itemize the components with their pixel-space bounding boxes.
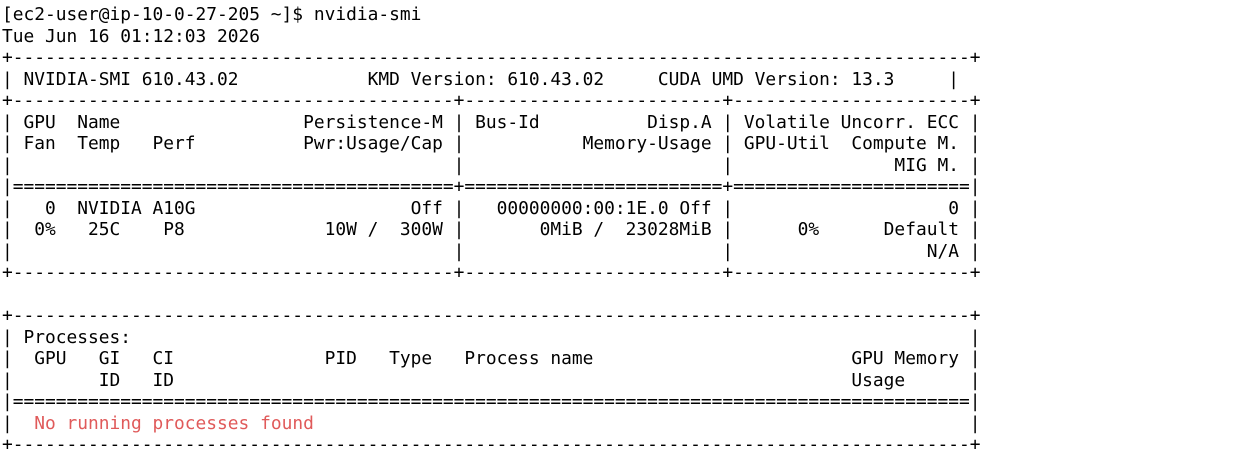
timestamp-line: Tue Jun 16 01:12:03 2026 xyxy=(2,25,261,47)
processes-header-line-1: | GPU GI CI PID Type Process name GPU Me… xyxy=(2,348,981,369)
processes-title-line: | Processes: | xyxy=(2,326,981,348)
terminal-window[interactable]: [ec2-user@ip-10-0-27-205 ~]$ nvidia-smi … xyxy=(0,0,1260,454)
processes-border-top: +---------------------------------------… xyxy=(2,305,981,326)
terminal-output: [ec2-user@ip-10-0-27-205 ~]$ nvidia-smi … xyxy=(2,4,980,454)
processes-separator: |=======================================… xyxy=(2,391,981,412)
gpu-row-line-1: | 0 NVIDIA A10G Off | 00000000:00:1E.0 O… xyxy=(2,197,981,219)
gpu-header-line-3: | | | MIG M. | xyxy=(2,154,981,176)
gpu-header-line-1: | GPU Name Persistence-M | Bus-Id Disp.A… xyxy=(2,111,981,133)
table-separator: |=======================================… xyxy=(2,176,981,197)
terminal-prompt-line: [ec2-user@ip-10-0-27-205 ~]$ nvidia-smi xyxy=(2,4,422,25)
processes-header-line-2: | ID ID Usage | xyxy=(2,369,981,391)
table-border: +---------------------------------------… xyxy=(2,90,981,111)
table-border-top: +---------------------------------------… xyxy=(2,47,981,68)
gpu-header-line-2: | Fan Temp Perf Pwr:Usage/Cap | Memory-U… xyxy=(2,133,981,154)
table-border-bottom: +---------------------------------------… xyxy=(2,262,981,283)
driver-version-line: | NVIDIA-SMI 610.43.02 KMD Version: 610.… xyxy=(2,68,959,90)
error-message: No running processes found xyxy=(34,412,314,434)
gpu-row-line-3: | | | N/A | xyxy=(2,240,981,262)
processes-border-bottom: +---------------------------------------… xyxy=(2,434,981,454)
no-processes-line: | No running processes found | xyxy=(2,412,981,434)
gpu-row-line-2: | 0% 25C P8 10W / 300W | 0MiB / 23028MiB… xyxy=(2,219,981,240)
